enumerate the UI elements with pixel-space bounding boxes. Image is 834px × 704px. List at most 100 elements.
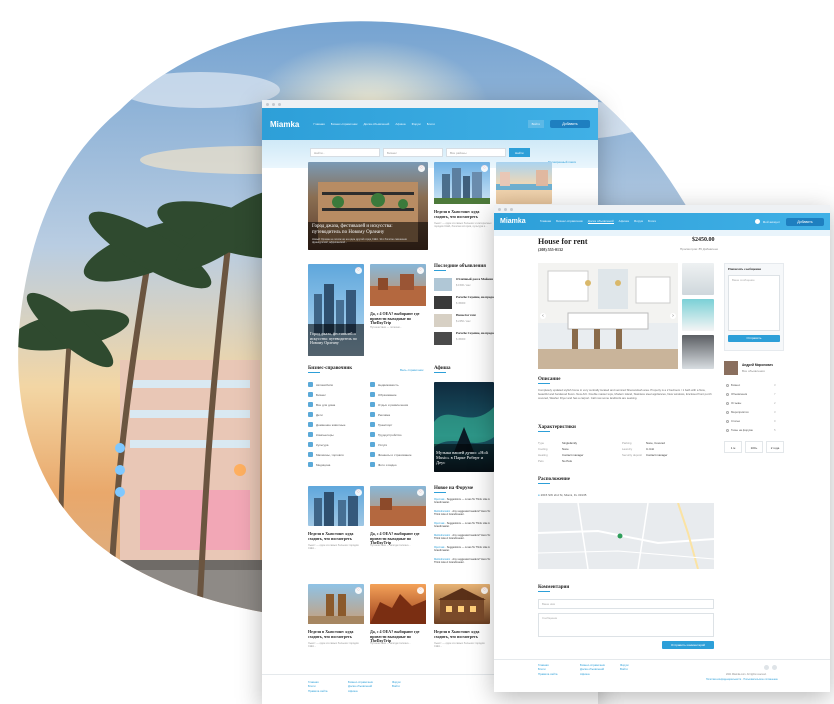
prev-arrow-icon[interactable]: ‹	[540, 313, 546, 319]
category-item[interactable]: Бизнес	[308, 392, 326, 397]
category-item[interactable]: Трудоустройство	[370, 432, 402, 437]
main-photo[interactable]	[538, 263, 678, 369]
forum-item[interactable]: Ярослав · Suggestions — Lmao 5x Think Li…	[434, 498, 496, 505]
social-icon[interactable]	[772, 665, 777, 670]
add-button[interactable]: Добавить	[550, 120, 590, 128]
location-map[interactable]	[537, 502, 715, 570]
nav-item[interactable]: Главная	[540, 219, 551, 224]
policy-links[interactable]: Политика конфиденциальности · Пользовате…	[706, 678, 778, 681]
favorite-heart-icon[interactable]: ♡	[355, 489, 362, 496]
favorite-heart-icon[interactable]: ♡	[355, 267, 362, 274]
category-item[interactable]: Домашние животные	[308, 422, 345, 427]
nav-item[interactable]: Форум	[634, 219, 643, 224]
category-item[interactable]: Транспорт	[370, 422, 392, 427]
card-title[interactable]: Неделя в Хьюстоне: куда сходить, что пос…	[434, 629, 490, 639]
card-title[interactable]: Город джаза, фестивалей и искусства: пут…	[310, 331, 362, 346]
category-select[interactable]: Бизнес	[383, 148, 443, 157]
social-icon[interactable]	[764, 665, 769, 670]
comment-text-input[interactable]: Сообщение	[538, 613, 714, 637]
beach-card-image[interactable]	[496, 162, 552, 204]
category-item[interactable]: Образование	[370, 392, 397, 397]
nav-item[interactable]: Доска объявлений	[363, 122, 389, 126]
card-title[interactable]: Да, с 4 ОЕА? выбирают где провести выход…	[370, 311, 428, 326]
footer-link[interactable]: Войти	[392, 684, 401, 688]
category-item[interactable]: Реклама	[370, 412, 390, 417]
nav-item[interactable]: Блоги	[427, 122, 435, 126]
account-link[interactable]: Мой аккаунт	[763, 220, 780, 224]
directory-link[interactable]: Весь справочник	[400, 368, 423, 372]
next-arrow-icon[interactable]: ›	[670, 313, 676, 319]
site-logo[interactable]: Miamka	[500, 218, 526, 225]
author-avatar[interactable]	[724, 361, 738, 375]
thumbnail[interactable]	[682, 299, 714, 331]
add-button[interactable]: Добавить	[786, 217, 824, 226]
login-link[interactable]: Войти	[527, 120, 544, 128]
nav-item[interactable]: Афиша	[619, 219, 629, 224]
nav-item-active[interactable]: Доска объявлений	[587, 219, 614, 224]
favorite-heart-icon[interactable]: ♡	[481, 587, 488, 594]
listing-phone[interactable]: (208) 555-0132	[538, 247, 563, 252]
category-item[interactable]: Автомобили	[308, 382, 333, 387]
featured-title[interactable]: Город джаза, фестивалей и искусства: пут…	[312, 224, 422, 236]
nav-item[interactable]: Главная	[313, 122, 324, 126]
author-menu-item[interactable]: Статьи 0	[726, 419, 776, 423]
search-input[interactable]: Найти...	[310, 148, 380, 157]
forum-item[interactable]: Ярослав · Suggestions — Lmao 5x Think Li…	[434, 522, 496, 529]
author-menu-item[interactable]: Темы на форуме 5	[726, 428, 776, 432]
listing-thumb[interactable]	[434, 296, 452, 309]
author-menu-item[interactable]: Отзывы 2	[726, 401, 776, 405]
category-item[interactable]: Недвижимость	[370, 382, 399, 387]
card-title[interactable]: Неделя в Хьюстоне: куда сходить, что пос…	[308, 629, 364, 639]
card-title[interactable]: Неделя в Хьюстоне: куда сходить, что пос…	[308, 531, 364, 541]
author-name[interactable]: Андрей Миронович	[742, 363, 773, 367]
nav-item[interactable]: Афиша	[395, 122, 405, 126]
send-message-button[interactable]: Отправить	[728, 335, 780, 342]
thumbnail[interactable]	[682, 263, 714, 295]
listing-thumb[interactable]	[434, 314, 452, 327]
author-menu-item[interactable]: Бизнес 3	[726, 383, 776, 387]
comment-name-input[interactable]: Ваше имя	[538, 599, 714, 609]
category-item[interactable]: Услуги	[370, 442, 387, 447]
submit-comment-button[interactable]: Отправить комментарий	[662, 641, 714, 649]
footer-link[interactable]: Афиша	[580, 672, 605, 676]
nav-item[interactable]: Блоги	[648, 219, 656, 224]
category-item[interactable]: Фото и видео	[370, 462, 397, 467]
site-logo[interactable]: Miamka	[270, 120, 299, 129]
favorite-heart-icon[interactable]: ♡	[417, 489, 424, 496]
forum-item[interactable]: Mellodramatic · Any suggested readers? H…	[434, 534, 496, 541]
category-item[interactable]: Дети	[308, 412, 323, 417]
favorite-heart-icon[interactable]: ♡	[481, 165, 488, 172]
footer-link[interactable]: Правила сайта	[308, 689, 327, 693]
category-item[interactable]: Все для дома	[308, 402, 335, 407]
category-item[interactable]: Культура	[308, 442, 328, 447]
forum-item[interactable]: Ярослав · Suggestions — Lmao 5x Think Li…	[434, 546, 496, 553]
location-select[interactable]: Все районы	[446, 148, 506, 157]
favorite-heart-icon[interactable]: ♡	[417, 587, 424, 594]
category-item[interactable]: Финансы и страхование	[370, 452, 412, 457]
card-title[interactable]: Неделя в Хьюстоне: куда сходить, что пос…	[434, 209, 492, 219]
user-avatar-icon[interactable]	[754, 219, 760, 224]
nav-item[interactable]: Форум	[412, 122, 421, 126]
footer-link[interactable]: Афиша	[348, 689, 373, 693]
search-button[interactable]: Найти	[509, 148, 530, 157]
category-item[interactable]: Отдых и развлечения	[370, 402, 408, 407]
footer-link[interactable]: Войти	[620, 667, 629, 671]
footer-link[interactable]: Правила сайта	[538, 672, 557, 676]
message-textarea[interactable]: Ваше сообщение	[728, 275, 780, 331]
nav-item[interactable]: Бизнес-справочник	[556, 219, 583, 224]
author-menu-item[interactable]: Мероприятия 3	[726, 410, 776, 414]
favorite-heart-icon[interactable]: ♡	[355, 587, 362, 594]
category-item[interactable]: Магазины, торговля	[308, 452, 344, 457]
favorite-heart-icon[interactable]: ♡	[418, 165, 425, 172]
thumbnail[interactable]	[682, 335, 714, 369]
category-item[interactable]: Медицина	[308, 462, 330, 467]
forum-item[interactable]: Mellodramatic · Any suggested readers? H…	[434, 510, 496, 517]
forum-item[interactable]: Mellodramatic · Any suggested readers? H…	[434, 558, 496, 565]
favorite-heart-icon[interactable]: ♡	[417, 267, 424, 274]
author-sub[interactable]: Все объявления	[742, 369, 765, 373]
event-title[interactable]: Музыка вашей души: «Holi Music» в Парке …	[436, 450, 492, 466]
nav-item[interactable]: Бизнес-справочник	[331, 122, 358, 126]
listing-thumb[interactable]	[434, 332, 452, 345]
listing-thumb[interactable]	[434, 278, 452, 291]
author-menu-item[interactable]: Объявления 7	[726, 392, 776, 396]
